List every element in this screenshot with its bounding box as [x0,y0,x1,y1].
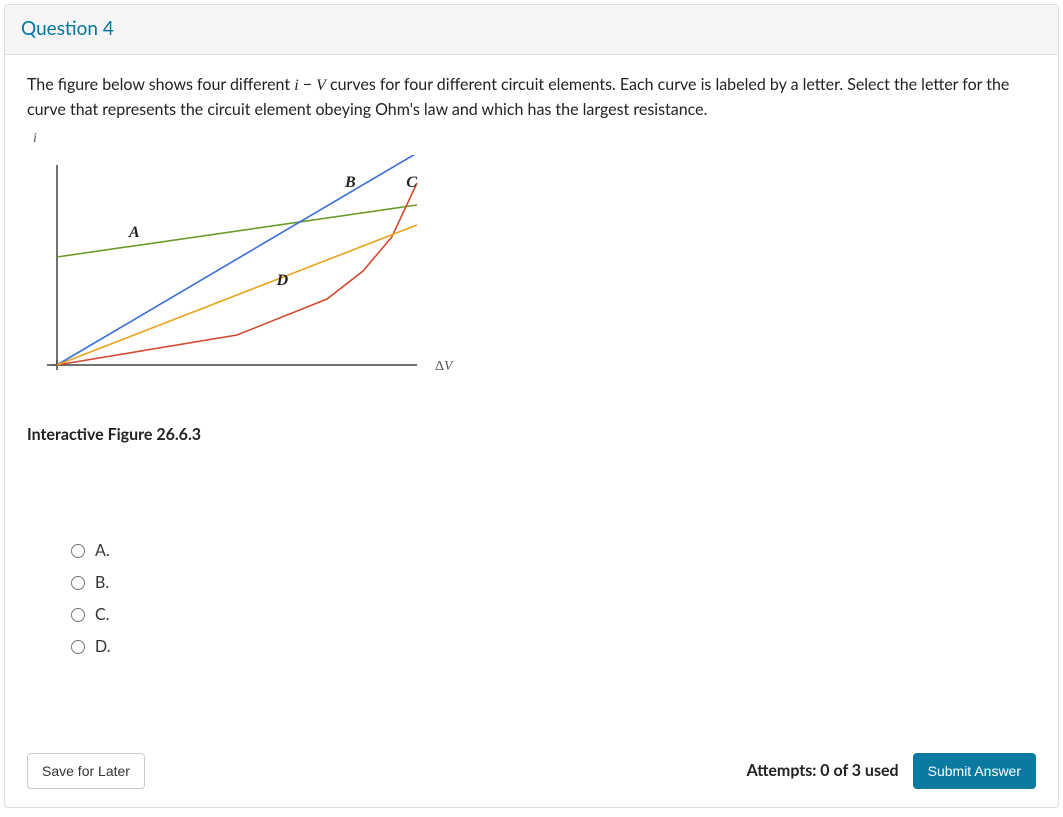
xaxis-label: ΔV [435,359,454,374]
prompt-v-symbol: V [316,77,326,94]
curve-label-b: B [344,174,356,191]
option-d-label: D. [95,635,111,659]
submit-answer-button[interactable]: Submit Answer [913,753,1036,789]
question-card: Question 4 The figure below shows four d… [4,4,1059,808]
curve-b [57,155,417,365]
option-c[interactable]: C. [71,599,1036,631]
figure-wrap: A B C D ΔV [27,155,1036,395]
option-a[interactable]: A. [71,535,1036,567]
option-c-radio[interactable] [71,608,85,622]
option-a-radio[interactable] [71,544,85,558]
curve-c [57,183,417,365]
question-prompt: The figure below shows four different i … [27,73,1036,122]
yaxis-top-label: i [27,128,1036,149]
option-a-label: A. [95,539,110,563]
attempts-text: Attempts: 0 of 3 used [747,759,899,783]
curve-label-d: D [276,272,289,289]
figure-caption: Interactive Figure 26.6.3 [27,423,1036,447]
question-body: The figure below shows four different i … [5,55,1058,807]
question-header: Question 4 [5,5,1058,55]
prompt-text-pre: The figure below shows four different [27,75,294,94]
iv-curves-chart: A B C D ΔV [27,155,457,395]
option-d[interactable]: D. [71,631,1036,663]
question-title: Question 4 [21,17,114,40]
answer-options: A. B. C. D. [27,535,1036,663]
curve-label-c: C [406,174,417,191]
option-c-label: C. [95,603,109,627]
option-b[interactable]: B. [71,567,1036,599]
footer-right-group: Attempts: 0 of 3 used Submit Answer [747,753,1036,789]
curve-label-a: A [128,224,140,241]
option-d-radio[interactable] [71,640,85,654]
option-b-label: B. [95,571,109,595]
option-b-radio[interactable] [71,576,85,590]
question-footer: Save for Later Attempts: 0 of 3 used Sub… [27,753,1036,789]
curve-a [57,205,417,257]
curve-d [57,225,417,365]
prompt-sep: − [299,75,316,94]
save-for-later-button[interactable]: Save for Later [27,753,145,789]
